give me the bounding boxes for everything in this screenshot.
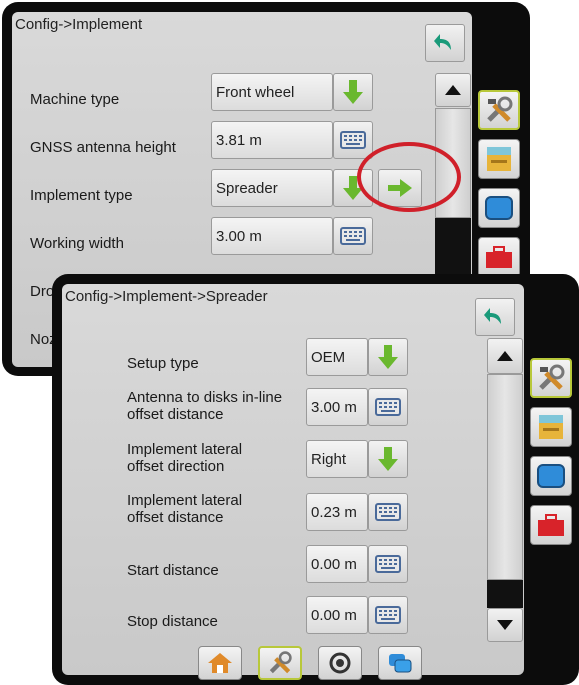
implement-type-field[interactable]: Spreader: [211, 169, 333, 207]
up-triangle-icon: [497, 351, 513, 361]
keyboard-icon: [375, 503, 401, 521]
stop-distance-keyboard-button[interactable]: [368, 596, 408, 634]
scrollbar-track[interactable]: [487, 374, 523, 580]
gnss-keyboard-button[interactable]: [333, 121, 373, 159]
back-arrow-icon: [484, 308, 501, 324]
side-tab-tools[interactable]: [530, 358, 572, 398]
keyboard-icon: [340, 131, 366, 149]
lateral-direction-dropdown[interactable]: [368, 440, 408, 478]
down-triangle-icon: [497, 620, 513, 630]
lateral-direction-label: Implement lateral offset direction: [127, 441, 243, 475]
scroll-up-button[interactable]: [487, 338, 523, 374]
side-tab-toolbox[interactable]: [478, 237, 520, 277]
bottom-tab-tools[interactable]: [258, 646, 302, 680]
gnss-antenna-height-label: GNSS antenna height: [30, 139, 176, 156]
machine-type-label: Machine type: [30, 91, 120, 108]
back-button[interactable]: [475, 298, 515, 336]
working-width-keyboard-button[interactable]: [333, 217, 373, 255]
setup-type-dropdown[interactable]: [368, 338, 408, 376]
back-arrow-icon: [434, 34, 451, 50]
home-icon: [208, 653, 232, 673]
page-title: Config->Implement->Spreader: [65, 288, 268, 305]
antenna-offset-field[interactable]: 3.00 m: [306, 388, 368, 426]
scroll-up-button[interactable]: [435, 73, 471, 107]
tools-icon: [487, 96, 513, 122]
tools-icon: [269, 651, 292, 674]
side-tab-console[interactable]: [530, 407, 572, 447]
machine-type-field[interactable]: Front wheel: [211, 73, 333, 111]
keyboard-icon: [375, 606, 401, 624]
green-down-arrow-icon: [343, 80, 363, 104]
stop-distance-label: Stop distance: [127, 613, 218, 630]
up-triangle-icon: [445, 85, 461, 95]
side-tab-tools[interactable]: [478, 90, 520, 130]
stop-distance-field[interactable]: 0.00 m: [306, 596, 368, 634]
screens-icon: [389, 654, 412, 673]
antenna-offset-keyboard-button[interactable]: [368, 388, 408, 426]
gauge-icon: [329, 652, 351, 674]
side-tab-screen[interactable]: [478, 188, 520, 228]
bottom-tab-screens[interactable]: [378, 646, 422, 680]
machine-type-dropdown[interactable]: [333, 73, 373, 111]
side-tab-toolbox[interactable]: [530, 505, 572, 545]
setup-type-field[interactable]: OEM: [306, 338, 368, 376]
start-distance-keyboard-button[interactable]: [368, 545, 408, 583]
screen-icon: [537, 464, 565, 488]
antenna-offset-label: Antenna to disks in-line offset distance: [127, 389, 283, 423]
drop-label: Dro: [30, 283, 55, 300]
back-button[interactable]: [425, 24, 465, 62]
start-distance-label: Start distance: [127, 562, 219, 579]
front-panel: Config->Implement->Spreader Setup type O…: [62, 284, 524, 675]
toolbox-icon: [486, 246, 512, 268]
bottom-tab-home[interactable]: [198, 646, 242, 680]
working-width-field[interactable]: 3.00 m: [211, 217, 333, 255]
green-down-arrow-icon: [378, 447, 398, 471]
front-screen: Config->Implement->Spreader Setup type O…: [52, 274, 579, 685]
side-tab-console[interactable]: [478, 139, 520, 179]
screen-icon: [485, 196, 513, 220]
lateral-distance-field[interactable]: 0.23 m: [306, 493, 368, 531]
bottom-tab-gauge[interactable]: [318, 646, 362, 680]
working-width-label: Working width: [30, 235, 124, 252]
gnss-antenna-height-field[interactable]: 3.81 m: [211, 121, 333, 159]
lateral-distance-label: Implement lateral offset distance: [127, 492, 243, 526]
toolbox-icon: [538, 514, 564, 536]
page-title: Config->Implement: [15, 16, 143, 33]
lateral-distance-keyboard-button[interactable]: [368, 493, 408, 531]
keyboard-icon: [375, 555, 401, 573]
console-icon: [487, 147, 511, 171]
green-down-arrow-icon: [378, 345, 398, 369]
keyboard-icon: [340, 227, 366, 245]
tools-icon: [539, 364, 565, 390]
scrollbar-thumb[interactable]: [487, 580, 523, 608]
console-icon: [539, 415, 563, 439]
implement-type-label: Implement type: [30, 187, 133, 204]
setup-type-label: Setup type: [127, 355, 199, 372]
keyboard-icon: [375, 398, 401, 416]
start-distance-field[interactable]: 0.00 m: [306, 545, 368, 583]
scroll-down-button[interactable]: [487, 608, 523, 642]
lateral-direction-field[interactable]: Right: [306, 440, 368, 478]
side-tab-screen[interactable]: [530, 456, 572, 496]
highlight-circle: [357, 142, 461, 212]
